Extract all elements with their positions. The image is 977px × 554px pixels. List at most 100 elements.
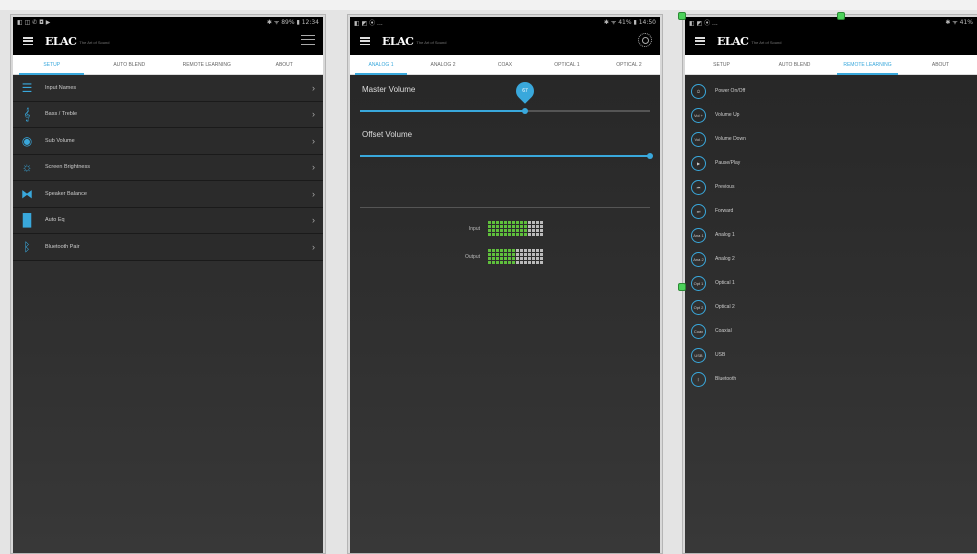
remote-learn-button[interactable]: Vol + xyxy=(691,107,706,123)
setup-item-auto-eq[interactable]: ▐▌ Auto Eq › xyxy=(13,207,323,234)
tab-about[interactable]: ABOUT xyxy=(246,55,324,75)
master-volume-slider[interactable]: 67 xyxy=(360,78,650,114)
setup-item-sub-volume[interactable]: ◉ Sub Volume › xyxy=(13,128,323,155)
tab-remote-learning[interactable]: REMOTE LEARNING xyxy=(168,55,246,75)
menu-icon[interactable] xyxy=(695,37,705,45)
remote-item-analog-1[interactable]: Ana 1 Analog 1 xyxy=(685,223,977,247)
remote-item-pause-play[interactable]: ▶ Pause/Play xyxy=(685,151,977,175)
remote-item-analog-2[interactable]: Ana 2 Analog 2 xyxy=(685,247,977,271)
master-volume-thumb[interactable] xyxy=(522,108,529,114)
setup-item-bass-treble[interactable]: 𝄞 Bass / Treble › xyxy=(13,101,323,128)
remote-learn-button[interactable]: Opt 2 xyxy=(691,299,706,315)
meter-segment xyxy=(492,249,495,252)
remote-item-forward[interactable]: ⏭ Forward xyxy=(685,199,977,223)
meter-segment xyxy=(524,229,527,232)
meter-segment xyxy=(520,233,523,236)
meter-segment xyxy=(540,249,543,252)
remote-learn-button[interactable]: ᛒ xyxy=(691,371,706,387)
status-bar: ◧ ◩ ⦿ ... ✱ ᯤ 41% ▮ 14:50 xyxy=(350,17,660,27)
gear-icon[interactable] xyxy=(638,33,652,47)
remote-learn-button[interactable]: Vol - xyxy=(691,131,706,147)
setup-item-bluetooth-pair[interactable]: ᛒ Bluetooth Pair › xyxy=(13,234,323,261)
setup-item-label: Bass / Treble xyxy=(45,111,78,118)
elac-logo: ELAC xyxy=(45,34,77,48)
meter-segment xyxy=(536,225,539,228)
remote-learn-button[interactable]: ⏻ xyxy=(691,83,706,99)
app-bar: ELAC The Art of Sound xyxy=(13,27,323,55)
remote-button-list: ⏻ Power On/Off Vol + Volume Up Vol - Volume D… xyxy=(685,75,977,391)
remote-item-label: Coaxial xyxy=(715,328,732,334)
tab-auto-blend[interactable]: AUTO BLEND xyxy=(758,55,831,75)
remote-item-power-on-off[interactable]: ⏻ Power On/Off xyxy=(685,79,977,103)
sliders-icon[interactable] xyxy=(301,33,315,47)
remote-item-volume-up[interactable]: Vol + Volume Up xyxy=(685,103,977,127)
status-left: ◧ ◩ ⦿ ... xyxy=(354,19,383,27)
remote-learn-button[interactable]: USB xyxy=(691,347,706,363)
meter-segment xyxy=(520,249,523,252)
meter-segment xyxy=(528,249,531,252)
remote-item-label: Bluetooth xyxy=(715,376,737,382)
menu-icon[interactable] xyxy=(23,37,33,45)
setup-item-screen-brightness[interactable]: ☼ Screen Brightness › xyxy=(13,154,323,181)
meter-segment xyxy=(536,249,539,252)
selection-handle[interactable] xyxy=(837,12,845,20)
meter-segment xyxy=(500,261,503,264)
tab-optical-2[interactable]: OPTICAL 2 xyxy=(598,55,660,75)
meter-segment xyxy=(500,257,503,260)
meter-segment xyxy=(516,261,519,264)
remote-item-usb[interactable]: USB USB xyxy=(685,343,977,367)
remote-item-optical-1[interactable]: Opt 1 Optical 1 xyxy=(685,271,977,295)
selection-handle[interactable] xyxy=(678,283,686,291)
meter-segment xyxy=(496,253,499,256)
meter-segment xyxy=(532,233,535,236)
setup-item-input-names[interactable]: ☰ Input Names › xyxy=(13,75,323,102)
tab-analog-1[interactable]: ANALOG 1 xyxy=(350,55,412,75)
meter-segment xyxy=(516,225,519,228)
status-left: ◧ ◫ ✆ ◘ ▶ xyxy=(17,18,51,26)
meter-segment xyxy=(500,253,503,256)
remote-learn-button[interactable]: ⏭ xyxy=(691,203,706,219)
remote-item-coaxial[interactable]: Coax Coaxial xyxy=(685,319,977,343)
selection-handle[interactable] xyxy=(678,12,686,20)
remote-item-volume-down[interactable]: Vol - Volume Down xyxy=(685,127,977,151)
tab-bar: SETUP AUTO BLEND REMOTE LEARNING ABOUT xyxy=(685,55,977,75)
remote-item-optical-2[interactable]: Opt 2 Optical 2 xyxy=(685,295,977,319)
tab-coax[interactable]: COAX xyxy=(474,55,536,75)
remote-learn-button[interactable]: Ana 1 xyxy=(691,227,706,243)
meter-segment xyxy=(488,253,491,256)
remote-item-previous[interactable]: ⏮ Previous xyxy=(685,175,977,199)
menu-icon[interactable] xyxy=(360,37,370,45)
meter-segment xyxy=(532,221,535,224)
offset-volume-thumb[interactable] xyxy=(647,153,653,159)
setup-item-speaker-balance[interactable]: ⧓ Speaker Balance › xyxy=(13,181,323,208)
remote-learn-button[interactable]: Opt 1 xyxy=(691,275,706,291)
tab-setup[interactable]: SETUP xyxy=(685,55,758,75)
logo-tagline: The Art of Sound xyxy=(79,39,110,45)
remote-item-bluetooth[interactable]: ᛒ Bluetooth xyxy=(685,367,977,391)
remote-learn-button[interactable]: Ana 2 xyxy=(691,251,706,267)
meter-segment xyxy=(536,253,539,256)
remote-learn-button[interactable]: Coax xyxy=(691,323,706,339)
meter-segment xyxy=(500,233,503,236)
offset-volume-slider[interactable] xyxy=(360,153,653,159)
remote-learn-button[interactable]: ▶ xyxy=(691,155,706,171)
app-bar: ELAC The Art of Sound xyxy=(350,27,660,55)
meter-segment xyxy=(508,257,511,260)
tab-analog-2[interactable]: ANALOG 2 xyxy=(412,55,474,75)
status-right: ✱ ᯤ 41% xyxy=(945,19,973,26)
tab-remote-learning[interactable]: REMOTE LEARNING xyxy=(831,55,904,75)
tab-auto-blend[interactable]: AUTO BLEND xyxy=(91,55,169,75)
meter-segment xyxy=(496,233,499,236)
tab-about[interactable]: ABOUT xyxy=(904,55,977,75)
remote-learn-button[interactable]: ⏮ xyxy=(691,179,706,195)
meter-segment xyxy=(528,253,531,256)
meter-segment xyxy=(508,225,511,228)
meter-segment xyxy=(512,257,515,260)
tab-setup[interactable]: SETUP xyxy=(13,55,91,75)
master-volume-label: Master Volume xyxy=(362,85,416,94)
tab-optical-1[interactable]: OPTICAL 1 xyxy=(536,55,598,75)
meter-segment xyxy=(504,225,507,228)
meter-segment xyxy=(508,261,511,264)
meter-segment xyxy=(540,233,543,236)
phone-remote-learning: ◧ ◩ ⦿ ... ✱ ᯤ 41% ELAC The Art of Sound … xyxy=(682,14,977,554)
